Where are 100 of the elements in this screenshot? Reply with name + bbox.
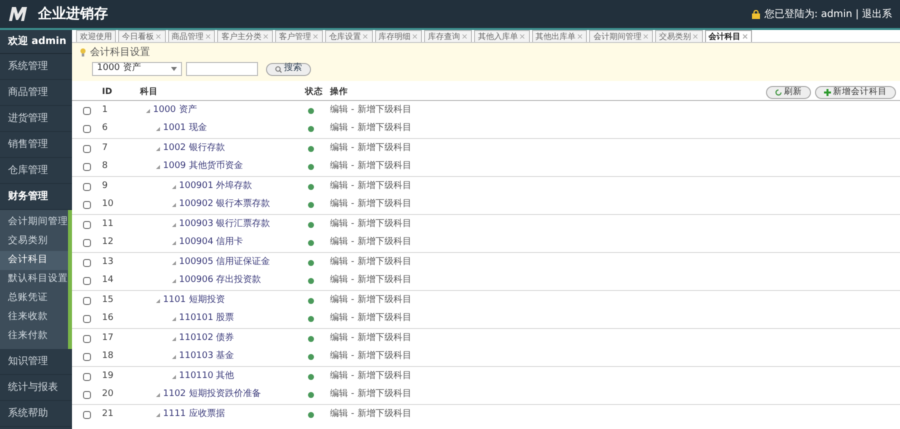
add-child-link[interactable]: 新增下级科目 (357, 180, 412, 194)
row-checkbox[interactable] (83, 201, 91, 209)
tab[interactable]: 交易类别× (655, 30, 703, 42)
edit-link[interactable]: 编辑 (330, 350, 348, 364)
edit-link[interactable]: 编辑 (330, 332, 348, 346)
row-checkbox[interactable] (83, 239, 91, 247)
tree-node-icon (172, 260, 176, 264)
add-child-link[interactable]: 新增下级科目 (357, 218, 412, 232)
edit-link[interactable]: 编辑 (330, 104, 348, 118)
sidebar-item[interactable]: 知识管理 (0, 349, 72, 375)
add-child-link[interactable]: 新增下级科目 (357, 274, 412, 288)
tab[interactable]: 欢迎使用 (76, 30, 116, 42)
sidebar-item[interactable]: 商品管理 (0, 80, 72, 106)
row-checkbox[interactable] (83, 106, 91, 114)
add-child-link[interactable]: 新增下级科目 (357, 142, 412, 156)
column-header: 状态 (305, 86, 324, 98)
add-child-link[interactable]: 新增下级科目 (357, 408, 412, 422)
subject-name: 1101 短期投资 (163, 294, 225, 307)
tab[interactable]: 今日看板× (118, 30, 166, 42)
row-checkbox[interactable] (83, 182, 91, 190)
lightbulb-icon (80, 48, 86, 57)
row-checkbox[interactable] (83, 220, 91, 228)
subject-select[interactable]: 1000 资产 (92, 62, 182, 76)
edit-link[interactable]: 编辑 (330, 294, 348, 308)
submenu-item[interactable]: 往来收款 (0, 308, 68, 327)
edit-link[interactable]: 编辑 (330, 142, 348, 156)
tab[interactable]: 客户主分类× (217, 30, 274, 42)
row-checkbox[interactable] (83, 258, 91, 266)
edit-link[interactable]: 编辑 (330, 160, 348, 174)
tree-node-icon (172, 184, 176, 188)
search-button[interactable]: 搜索 (266, 62, 311, 76)
tab[interactable]: 商品管理× (168, 30, 216, 42)
column-header: 操作 (330, 86, 349, 98)
add-subject-button[interactable]: 新增会计科目 (815, 86, 896, 98)
sidebar-item[interactable]: 销售管理 (0, 132, 72, 158)
edit-link[interactable]: 编辑 (330, 180, 348, 194)
add-child-link[interactable]: 新增下级科目 (357, 198, 412, 212)
row-checkbox[interactable] (83, 410, 91, 418)
row-checkbox[interactable] (83, 372, 91, 380)
edit-link[interactable]: 编辑 (330, 218, 348, 232)
tab[interactable]: 会计期间管理× (589, 30, 654, 42)
subject-name: 1002 银行存款 (163, 142, 225, 155)
edit-link[interactable]: 编辑 (330, 236, 348, 250)
tab[interactable]: 仓库设置× (324, 30, 373, 42)
row-checkbox[interactable] (83, 144, 91, 152)
plus-icon (824, 88, 831, 96)
edit-link[interactable]: 编辑 (330, 256, 348, 270)
refresh-button[interactable]: 刷新 (766, 86, 811, 98)
add-child-link[interactable]: 新增下级科目 (357, 312, 412, 326)
edit-link[interactable]: 编辑 (330, 198, 348, 212)
add-child-link[interactable]: 新增下级科目 (357, 122, 412, 136)
welcome-text: 欢迎 admin (8, 34, 66, 49)
subject-name: 100905 信用证保证金 (179, 256, 270, 269)
sidebar-item[interactable]: 进货管理 (0, 106, 72, 132)
tab[interactable]: 其他出库单× (532, 30, 588, 42)
add-child-link[interactable]: 新增下级科目 (357, 332, 412, 346)
edit-link[interactable]: 编辑 (330, 408, 348, 422)
tab[interactable]: 库存查询× (424, 30, 472, 42)
row-checkbox[interactable] (83, 277, 91, 285)
subject-name: 110110 其他 (179, 370, 234, 383)
submenu-item[interactable]: 往来付款 (0, 327, 68, 346)
sidebar-item[interactable]: 统计与报表 (0, 375, 72, 401)
submenu-item[interactable]: 总账凭证 (0, 289, 68, 308)
add-child-link[interactable]: 新增下级科目 (357, 350, 412, 364)
row-checkbox[interactable] (83, 163, 91, 171)
edit-link[interactable]: 编辑 (330, 312, 348, 326)
add-child-link[interactable]: 新增下级科目 (357, 370, 412, 384)
tab[interactable]: 其他入库单× (474, 30, 530, 42)
submenu-item[interactable]: 默认科目设置 (0, 270, 68, 289)
row-checkbox[interactable] (83, 296, 91, 304)
add-child-link[interactable]: 新增下级科目 (357, 160, 412, 174)
edit-link[interactable]: 编辑 (330, 274, 348, 288)
edit-link[interactable]: 编辑 (330, 122, 348, 136)
row-checkbox[interactable] (83, 315, 91, 323)
submenu-item[interactable]: 会计期间管理 (0, 213, 68, 232)
tab[interactable]: 客户管理× (275, 30, 323, 42)
edit-link[interactable]: 编辑 (330, 388, 348, 402)
tree-node-icon (172, 355, 176, 359)
add-child-link[interactable]: 新增下级科目 (357, 294, 412, 308)
row-checkbox[interactable] (83, 334, 91, 342)
submenu-item[interactable]: 交易类别 (0, 232, 68, 251)
row-checkbox[interactable] (83, 353, 91, 361)
add-child-link[interactable]: 新增下级科目 (357, 236, 412, 250)
tab[interactable]: 库存明细× (374, 30, 422, 42)
add-child-link[interactable]: 新增下级科目 (357, 256, 412, 270)
row-checkbox[interactable] (83, 125, 91, 133)
add-child-link[interactable]: 新增下级科目 (357, 388, 412, 402)
subject-name: 1001 现金 (163, 122, 207, 136)
separator-text: - (351, 388, 354, 402)
add-child-link[interactable]: 新增下级科目 (357, 104, 412, 118)
sidebar-item[interactable]: 仓库管理 (0, 158, 72, 184)
tree-node-icon (172, 222, 176, 226)
submenu-item[interactable]: 会计科目 (0, 251, 68, 270)
tab[interactable]: 会计科目× (704, 30, 752, 42)
edit-link[interactable]: 编辑 (330, 370, 348, 384)
subject-name: 110102 债券 (179, 332, 234, 345)
tree-node-icon (172, 374, 176, 378)
search-field[interactable] (186, 62, 258, 76)
row-checkbox[interactable] (83, 391, 91, 399)
sidebar-item[interactable]: 系统帮助 (0, 401, 72, 427)
